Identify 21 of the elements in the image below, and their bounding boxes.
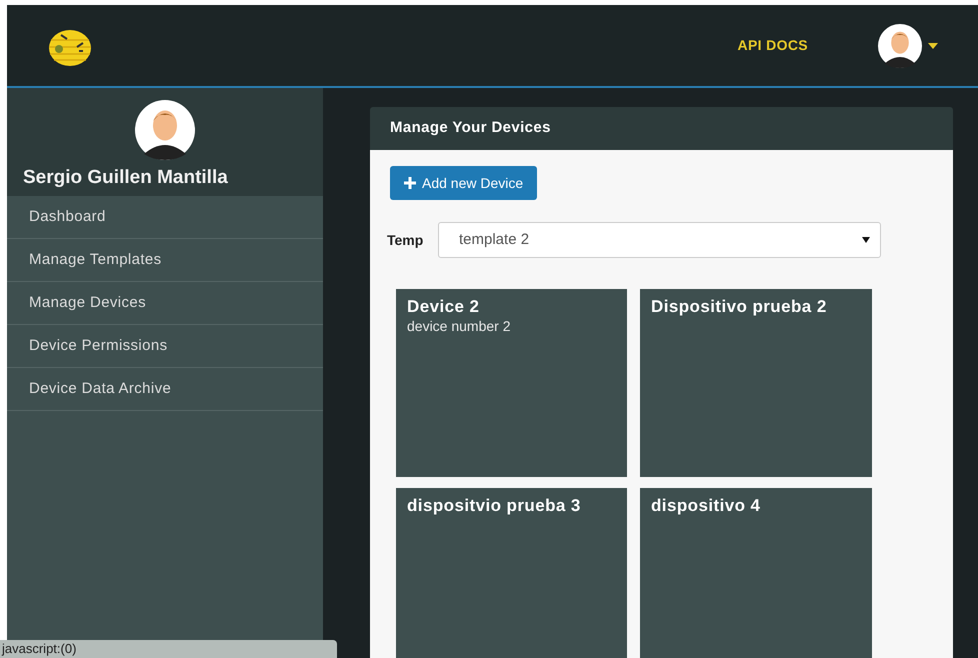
device-description: device number 2 <box>407 317 512 336</box>
device-card[interactable]: dispositvio prueba 3 <box>396 488 627 658</box>
template-select[interactable]: template 2 <box>438 222 881 258</box>
user-avatar-icon <box>878 24 922 68</box>
template-label: Temp <box>387 230 424 250</box>
device-name: dispositvio prueba 3 <box>407 497 582 515</box>
user-name: Sergio Guillen Mantilla <box>22 166 228 190</box>
dropdown-caret-icon <box>862 237 870 243</box>
device-name: Dispositivo prueba 2 <box>651 298 828 316</box>
add-device-button[interactable]: Add new Device <box>390 166 538 200</box>
device-card[interactable]: Dispositivo prueba 2 <box>640 289 872 477</box>
device-card[interactable]: dispositivo 4 <box>640 488 872 658</box>
caret-icon[interactable] <box>928 42 938 48</box>
device-name: dispositivo 4 <box>651 497 762 515</box>
panel-title: Manage Your Devices <box>390 118 551 138</box>
device-name: Device 2 <box>407 298 480 316</box>
device-card[interactable]: Device 2 device number 2 <box>396 289 627 477</box>
status-bar: javascript:(0) <box>0 640 337 658</box>
plus-icon <box>404 177 416 189</box>
api-docs-link[interactable]: API DOCS <box>738 35 808 56</box>
profile-avatar-icon <box>135 100 195 160</box>
